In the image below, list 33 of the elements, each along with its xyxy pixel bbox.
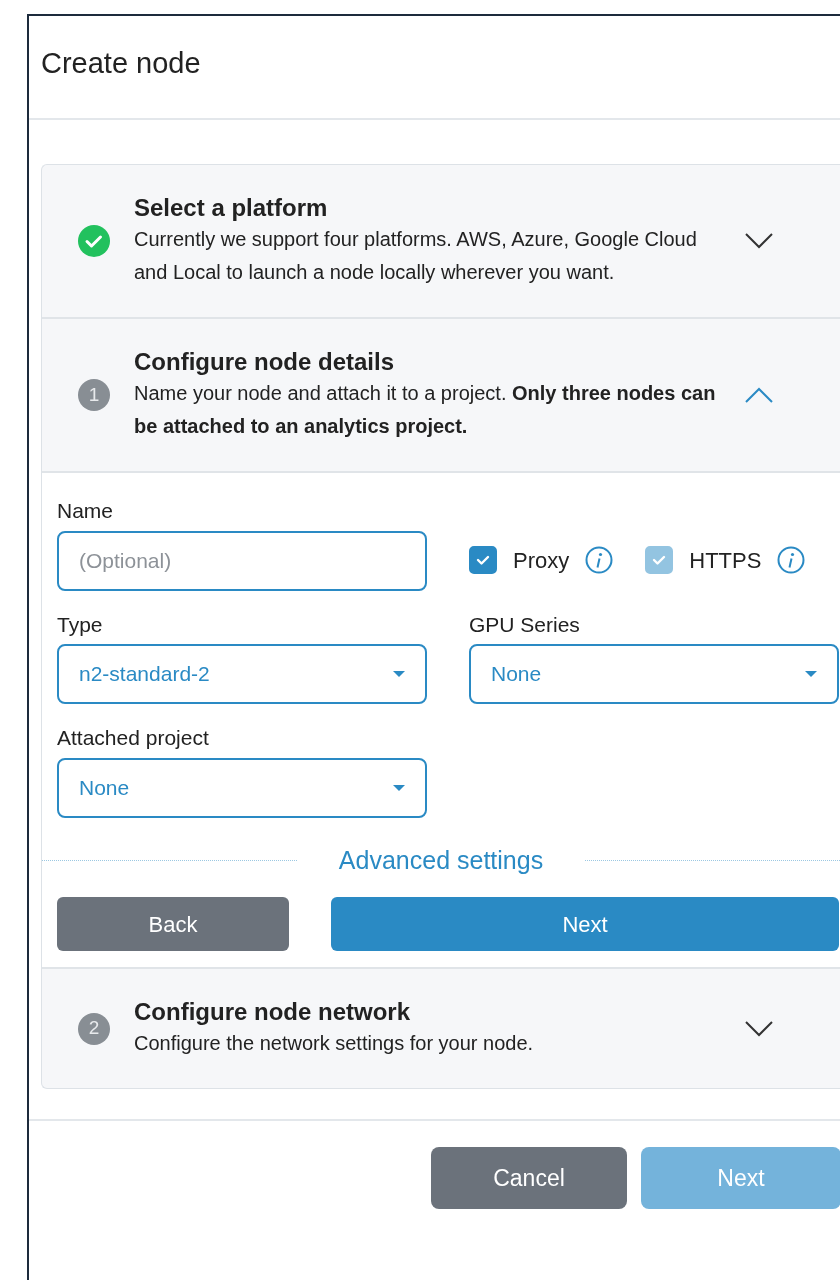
- step-number: 1: [78, 379, 110, 411]
- caret-icon: [393, 784, 405, 791]
- checkbox-label: HTTPS: [689, 546, 762, 575]
- step-title: Configure node details: [134, 347, 395, 377]
- checkbox-label: Proxy: [513, 546, 570, 575]
- advanced-settings-link[interactable]: Advanced settings: [296, 841, 586, 879]
- chevron-down-icon[interactable]: [744, 1019, 774, 1038]
- chevron-up-icon[interactable]: [744, 386, 774, 404]
- cancel-button[interactable]: Cancel: [431, 1147, 627, 1209]
- select-field[interactable]: None: [469, 644, 839, 704]
- name-input[interactable]: (Optional): [57, 530, 427, 591]
- step-number: 2: [78, 1012, 110, 1045]
- field-label: Type: [57, 611, 104, 638]
- caret-icon: [805, 671, 817, 677]
- field-label: Attached project: [57, 725, 210, 751]
- field-label: GPU Series: [469, 611, 581, 638]
- step-title: Select a platform: [134, 193, 329, 223]
- caret-icon: [393, 671, 405, 677]
- select-field[interactable]: None: [57, 757, 427, 818]
- modal-title: Create node: [41, 46, 202, 81]
- step-description: Configure the network settings for your node.: [134, 1031, 535, 1056]
- check-circle-icon: [78, 225, 110, 257]
- step-title: Configure node network: [134, 997, 411, 1027]
- info-icon[interactable]: [777, 546, 806, 574]
- back-button[interactable]: Back: [57, 897, 289, 951]
- step-description: Currently we support four platforms. AWS, Azure, Google Cloud and Local to launch a node locally wherever you want.: [134, 227, 698, 285]
- checkbox[interactable]: [469, 546, 497, 574]
- step-description: Name your node and attach it to a project. Only three nodes can be attached to an analytics project.: [134, 381, 717, 439]
- chevron-down-icon[interactable]: [744, 232, 774, 250]
- info-icon[interactable]: [585, 546, 614, 574]
- select-field[interactable]: n2-standard-2: [57, 644, 427, 704]
- field-label: Name: [57, 498, 115, 524]
- next-button[interactable]: Next: [331, 897, 839, 951]
